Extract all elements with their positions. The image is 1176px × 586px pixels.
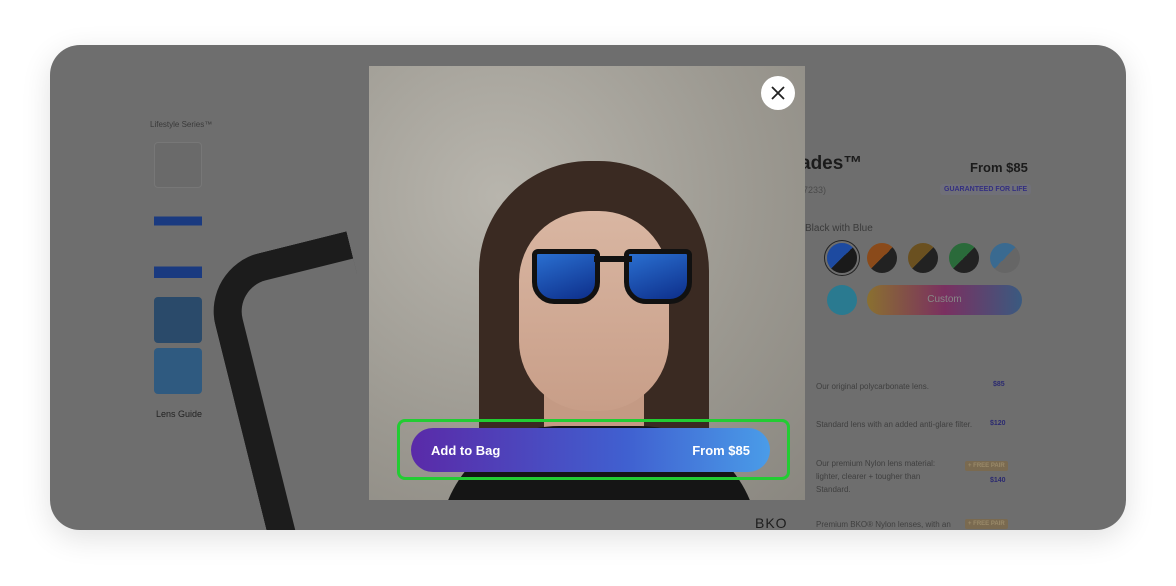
- lens-option-desc[interactable]: Premium BKO® Nylon lenses, with an: [816, 518, 986, 530]
- guarantee-badge: GUARANTEED FOR LIFE: [940, 184, 1032, 195]
- lens-option-price: $85: [993, 381, 1005, 388]
- lens-option-price: $120: [990, 420, 1006, 427]
- lens-guide-link[interactable]: Lens Guide: [154, 407, 204, 421]
- lens-option-desc[interactable]: Standard lens with an added anti-glare f…: [816, 418, 986, 431]
- thumbnail-5[interactable]: [154, 348, 202, 394]
- close-icon: [771, 86, 785, 100]
- lens-option-desc[interactable]: Our original polycarbonate lens.: [816, 380, 986, 393]
- close-button[interactable]: [761, 76, 795, 110]
- add-to-bag-button[interactable]: Add to Bag From $85: [411, 428, 770, 472]
- thumbnail-1[interactable]: [154, 142, 202, 188]
- product-title: ades™: [800, 153, 863, 174]
- color-label: Black with Blue: [805, 223, 873, 234]
- add-to-bag-price: From $85: [692, 442, 750, 458]
- free-pair-badge: + FREE PAIR: [965, 461, 1008, 471]
- free-pair-badge: + FREE PAIR: [965, 519, 1008, 529]
- lens-option-price: $140: [990, 477, 1006, 484]
- swatch-pattern[interactable]: [827, 285, 857, 315]
- thumbnail-sidebar: Lifestyle Series™ Lens Guide: [150, 120, 213, 419]
- add-to-bag-label: Add to Bag: [431, 442, 501, 458]
- lens-option-desc[interactable]: Our premium Nylon lens material: lighter…: [816, 457, 956, 496]
- swatch-black-blue[interactable]: [827, 243, 857, 273]
- thumbnail-3[interactable]: [154, 248, 202, 294]
- custom-button[interactable]: Custom: [867, 285, 1022, 315]
- swatch-2[interactable]: [867, 243, 897, 273]
- thumbnail-2[interactable]: [154, 198, 202, 244]
- page-card: Lifestyle Series™ Lens Guide ades™ From …: [50, 45, 1126, 530]
- thumbnail-4[interactable]: [154, 297, 202, 343]
- product-price: From $85: [970, 160, 1028, 175]
- swatch-3[interactable]: [908, 243, 938, 273]
- swatch-5[interactable]: [990, 243, 1020, 273]
- swatch-4[interactable]: [949, 243, 979, 273]
- series-label: Lifestyle Series™: [150, 120, 213, 129]
- bko-logo: BKO: [755, 515, 788, 530]
